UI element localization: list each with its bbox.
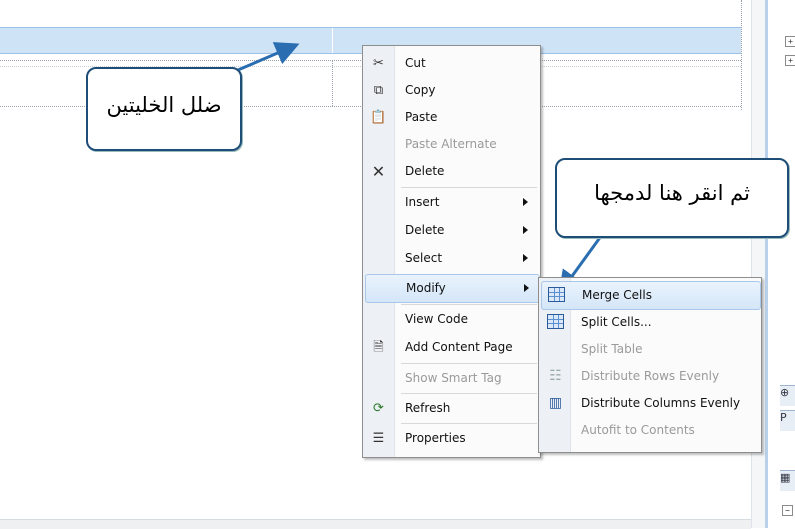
submenu-arrow-icon bbox=[523, 226, 528, 234]
menu-item-label: Distribute Columns Evenly bbox=[581, 396, 741, 410]
table-right-border bbox=[741, 0, 743, 110]
x-icon: ✕ bbox=[371, 162, 386, 181]
expand-icon[interactable]: + bbox=[785, 55, 795, 66]
paste-icon: 📋 bbox=[370, 110, 387, 125]
callout-select-cells: ضلل الخليتين bbox=[86, 67, 242, 151]
menu-separator bbox=[401, 187, 537, 188]
panel-label: P bbox=[780, 410, 795, 431]
menu-item-label: Merge Cells bbox=[582, 288, 652, 302]
right-side-panel bbox=[765, 0, 795, 528]
context-menu: ✂ Cut ⧉ Copy 📋 Paste Paste Alternate ✕ D… bbox=[362, 45, 541, 458]
refresh-icon: ⟳ bbox=[373, 401, 384, 416]
menu-item-autofit: Autofit to Contents bbox=[541, 417, 759, 444]
collapse-icon[interactable]: − bbox=[782, 505, 793, 516]
menu-item-label: View Code bbox=[405, 312, 469, 326]
split-cells-icon bbox=[547, 314, 564, 331]
menu-item-label: Cut bbox=[405, 56, 426, 70]
panel-toolbar-icon[interactable]: ⊕ bbox=[780, 385, 795, 406]
menu-item-label: Autofit to Contents bbox=[581, 423, 695, 437]
menu-item-label: Refresh bbox=[405, 401, 451, 415]
scissors-icon: ✂ bbox=[373, 56, 384, 71]
menu-item-select[interactable]: Select bbox=[365, 245, 538, 272]
menu-item-label: Properties bbox=[405, 431, 466, 445]
cell-divider bbox=[332, 60, 333, 106]
menu-item-modify[interactable]: Modify bbox=[365, 274, 540, 303]
distribute-columns-icon: ▥ bbox=[548, 395, 563, 411]
menu-item-view-code[interactable]: View Code bbox=[365, 306, 538, 333]
menu-item-delete-sub[interactable]: Delete bbox=[365, 217, 538, 244]
menu-item-copy[interactable]: ⧉ Copy bbox=[365, 77, 538, 104]
menu-item-label: Copy bbox=[405, 83, 436, 97]
callout-click-here: ثم انقر هنا لدمجها bbox=[555, 158, 789, 238]
menu-item-split-cells[interactable]: Split Cells... bbox=[541, 309, 759, 336]
menu-item-paste-alternate: Paste Alternate bbox=[365, 131, 538, 158]
menu-item-distribute-columns[interactable]: ▥ Distribute Columns Evenly bbox=[541, 390, 759, 417]
menu-item-refresh[interactable]: ⟳ Refresh bbox=[365, 395, 538, 422]
menu-item-distribute-rows: ☷ Distribute Rows Evenly bbox=[541, 363, 759, 390]
menu-item-label: Delete bbox=[405, 223, 445, 237]
menu-item-label: Distribute Rows Evenly bbox=[581, 369, 720, 383]
modify-submenu: Merge Cells Split Cells... Split Table ☷… bbox=[538, 277, 762, 453]
menu-item-insert[interactable]: Insert bbox=[365, 189, 538, 216]
menu-item-label: Split Table bbox=[581, 342, 643, 356]
menu-separator bbox=[401, 393, 537, 394]
menu-item-show-smart-tag: Show Smart Tag bbox=[365, 365, 538, 392]
cell-divider bbox=[332, 28, 333, 53]
panel-toolbar-icon[interactable]: ▦ bbox=[780, 470, 795, 491]
properties-icon: ☰ bbox=[372, 431, 385, 446]
menu-item-split-table: Split Table bbox=[541, 336, 759, 363]
distribute-rows-icon: ☷ bbox=[549, 368, 562, 384]
merge-cells-icon bbox=[548, 287, 565, 304]
menu-item-label: Select bbox=[405, 251, 443, 265]
menu-item-label: Paste Alternate bbox=[405, 137, 497, 151]
menu-separator bbox=[401, 423, 537, 424]
menu-item-label: Add Content Page bbox=[405, 340, 513, 354]
menu-item-paste[interactable]: 📋 Paste bbox=[365, 104, 538, 131]
menu-separator bbox=[401, 304, 537, 305]
submenu-arrow-icon bbox=[523, 254, 528, 262]
menu-item-properties[interactable]: ☰ Properties bbox=[365, 425, 538, 452]
menu-item-label: Modify bbox=[406, 281, 446, 295]
menu-item-delete[interactable]: ✕ Delete bbox=[365, 158, 538, 185]
copy-icon: ⧉ bbox=[373, 83, 384, 98]
menu-item-label: Delete bbox=[405, 164, 445, 178]
menu-separator bbox=[401, 363, 537, 364]
menu-item-label: Split Cells... bbox=[581, 315, 652, 329]
submenu-arrow-icon bbox=[523, 198, 528, 206]
submenu-arrow-icon bbox=[524, 284, 529, 292]
add-page-icon: 🗎 bbox=[373, 340, 384, 355]
menu-item-label: Insert bbox=[405, 195, 440, 209]
menu-item-merge-cells[interactable]: Merge Cells bbox=[541, 281, 761, 310]
menu-item-label: Show Smart Tag bbox=[405, 371, 502, 385]
menu-item-cut[interactable]: ✂ Cut bbox=[365, 50, 538, 77]
expand-icon[interactable]: + bbox=[785, 36, 795, 47]
menu-item-label: Paste bbox=[405, 110, 438, 124]
menu-item-add-content-page[interactable]: 🗎 Add Content Page bbox=[365, 334, 538, 361]
